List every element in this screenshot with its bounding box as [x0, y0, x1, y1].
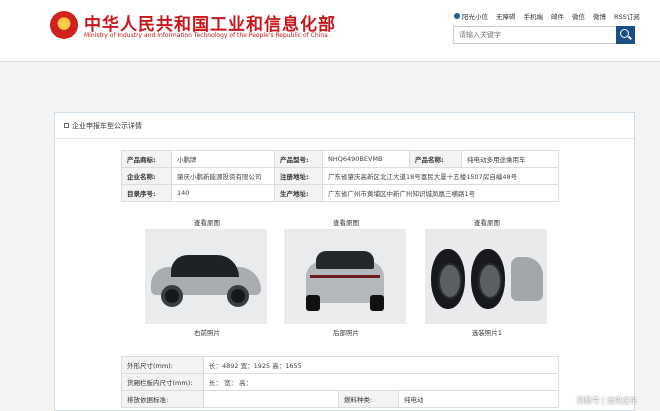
- photo-caption: 后部照片: [333, 329, 359, 337]
- vehicle-spec-table: 外形尺寸(mm): 长：4892 宽：1925 高：1655 货厢栏板内尺寸(m…: [121, 356, 559, 408]
- photo-caption: 右前照片: [194, 329, 220, 337]
- cargo-size-label: 货厢栏板内尺寸(mm):: [121, 373, 204, 391]
- site-header: 中华人民共和国工业和信息化部 Ministry of Industry and …: [0, 0, 660, 58]
- view-original-link[interactable]: 查看原图: [284, 217, 408, 227]
- company-label: 企业名称:: [121, 167, 172, 185]
- optional-wheels-image[interactable]: [425, 229, 547, 324]
- cargo-size-value: 长： 宽： 高：: [203, 373, 559, 391]
- vehicle-info-table: 产品商标: 小鹏牌 产品型号: NHQ6490BEVMB 产品名称: 纯电动多用…: [121, 150, 559, 202]
- table-row: 外形尺寸(mm): 长：4892 宽：1925 高：1655: [121, 356, 559, 374]
- panel-title: 企业申报车型公示详情: [72, 122, 142, 130]
- top-links: 阳光小信 无障碍 手机端 邮件 微信 微博 RSS订阅: [454, 11, 640, 21]
- table-row: 排放依据标准: 燃料种类: 纯电动: [121, 390, 559, 408]
- company-value: 肇庆小鹏新能源投资有限公司: [171, 167, 275, 185]
- plant-value: 广东省广州市黄埔区中新广州知识城凤凰三横路1号: [322, 184, 559, 202]
- photo-caption: 选装照片1: [471, 329, 503, 337]
- dimensions-value: 长：4892 宽：1925 高：1655: [203, 356, 559, 374]
- sunshine-icon: [454, 13, 460, 19]
- catalog-seq-label: 目录序号:: [121, 184, 172, 202]
- plant-label: 生产地址:: [274, 184, 323, 202]
- model-value: NHQ6490BEVMB: [322, 150, 410, 168]
- product-name-label: 产品名称:: [409, 150, 462, 168]
- table-row: 货厢栏板内尺寸(mm): 长： 宽： 高：: [121, 373, 559, 391]
- address-label: 注册地址:: [274, 167, 323, 185]
- top-link-mobile[interactable]: 手机端: [524, 11, 544, 21]
- national-emblem-icon: [50, 11, 78, 39]
- model-label: 产品型号:: [274, 150, 323, 168]
- photo-rear: 查看原图 后部照片: [284, 217, 408, 337]
- search-input[interactable]: [454, 27, 617, 43]
- table-row: 目录序号: 140 生产地址: 广东省广州市黄埔区中新广州知识城凤凰三横路1号: [121, 184, 559, 202]
- search-button[interactable]: [616, 26, 635, 44]
- fuel-type-label: 燃料种类:: [338, 390, 399, 408]
- table-row: 企业名称: 肇庆小鹏新能源投资有限公司 注册地址: 广东省肇庆高新区北江大道18…: [121, 167, 559, 185]
- brand-value: 小鹏牌: [171, 150, 275, 168]
- photo-optional-1: 查看原图 选装照片1: [425, 217, 549, 337]
- dimensions-label: 外形尺寸(mm):: [121, 356, 204, 374]
- view-original-link[interactable]: 查看原图: [425, 217, 549, 227]
- top-link-wechat[interactable]: 微信: [572, 11, 585, 21]
- car-front-right-image[interactable]: [145, 229, 267, 324]
- fuel-type-value: 纯电动: [398, 390, 559, 408]
- top-link-rss[interactable]: RSS订阅: [614, 11, 640, 21]
- watermark: 网易号 | 波讯说车: [577, 396, 637, 405]
- emission-standard-label: 排放依据标准:: [121, 390, 204, 408]
- top-link-mail[interactable]: 邮件: [551, 11, 564, 21]
- car-rear-image[interactable]: [284, 229, 406, 324]
- top-link-accessibility[interactable]: 无障碍: [496, 11, 516, 21]
- product-name-value: 纯电动多用途乘用车: [461, 150, 559, 168]
- view-original-link[interactable]: 查看原图: [145, 217, 269, 227]
- panel-header: 企业申报车型公示详情: [55, 113, 634, 139]
- photo-front-right: 查看原图 右前照片: [145, 217, 269, 337]
- brand-label: 产品商标:: [121, 150, 172, 168]
- address-value: 广东省肇庆高新区北江大道18号富民大厦十五楼1507房自编48号: [322, 167, 559, 185]
- site-title-english: Ministry of Industry and Information Tec…: [84, 32, 328, 39]
- panel-icon: [64, 123, 69, 128]
- search-box: [453, 26, 635, 44]
- top-link-weibo[interactable]: 微博: [593, 11, 606, 21]
- catalog-seq-value: 140: [171, 184, 275, 202]
- table-row: 产品商标: 小鹏牌 产品型号: NHQ6490BEVMB 产品名称: 纯电动多用…: [121, 150, 559, 168]
- top-link-sunshine[interactable]: 阳光小信: [454, 11, 488, 21]
- emission-standard-value: [203, 390, 339, 408]
